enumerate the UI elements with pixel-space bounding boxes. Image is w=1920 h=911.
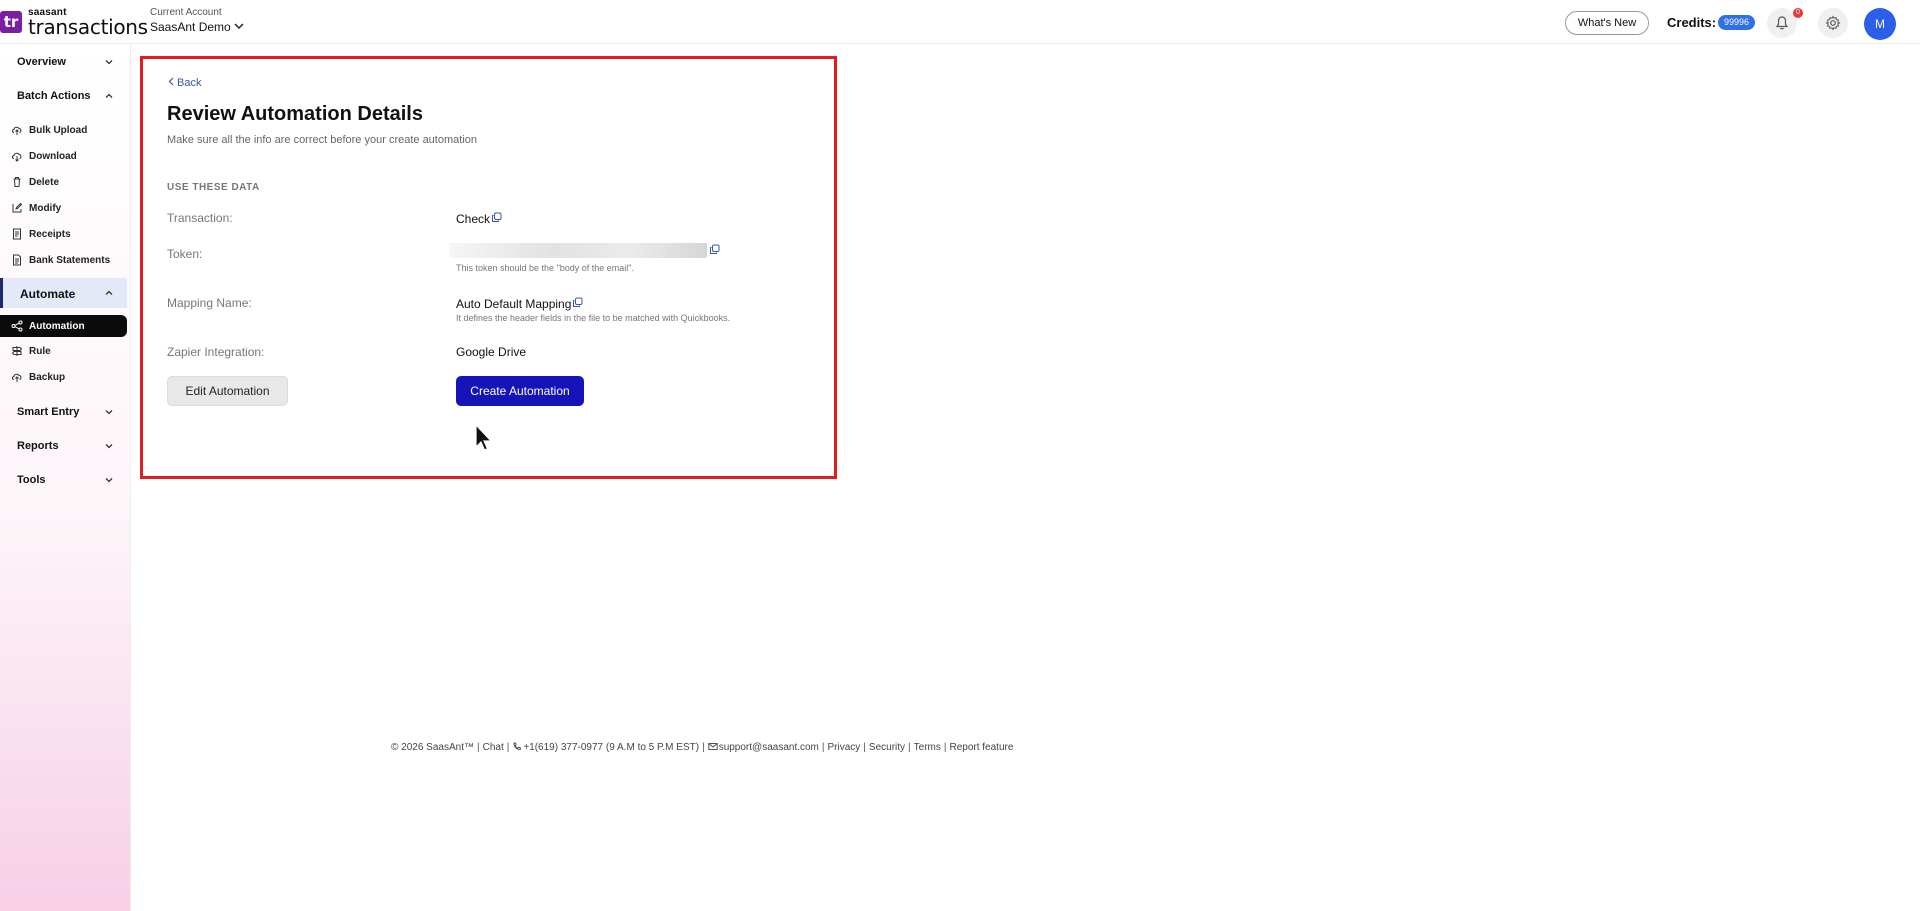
sidebar-section-label: Automate [20, 287, 76, 301]
mapping-name-label: Mapping Name: [167, 296, 252, 310]
back-link[interactable]: Back [167, 77, 201, 89]
footer-chat-link[interactable]: Chat [483, 742, 504, 753]
top-header: tr saasant transactions Current Account … [0, 0, 1920, 44]
sidebar-item-label: Receipts [29, 229, 71, 240]
trash-icon [13, 177, 21, 187]
share-nodes-icon [11, 320, 23, 332]
sidebar-item-label: Rule [29, 346, 51, 357]
sidebar-item-download[interactable]: Download [0, 146, 127, 166]
credits-badge: 99996 [1718, 15, 1756, 30]
page-title: Review Automation Details [167, 103, 423, 125]
sidebar-section-reports[interactable]: Reports [17, 440, 59, 452]
sidebar-item-modify[interactable]: Modify [0, 198, 127, 218]
section-label: USE THESE DATA [167, 182, 260, 193]
app-logo[interactable]: tr [0, 11, 22, 33]
footer-email-link[interactable]: support@saasant.com [719, 742, 819, 753]
chevron-down-icon[interactable] [104, 441, 114, 451]
sidebar-section-batch-actions[interactable]: Batch Actions [17, 90, 91, 102]
sidebar-item-automation[interactable]: Automation [0, 315, 127, 337]
mail-icon [708, 743, 718, 750]
copy-icon[interactable] [709, 244, 720, 255]
cloud-upload-icon [12, 126, 22, 135]
zapier-integration-label: Zapier Integration: [167, 345, 265, 359]
cloud-download-icon [12, 152, 22, 162]
sidebar-item-label: Bank Statements [29, 255, 111, 266]
sidebar-item-label: Automation [29, 321, 85, 332]
chevron-down-icon[interactable] [104, 57, 114, 67]
token-label: Token: [167, 247, 203, 261]
sidebar-item-label: Download [29, 151, 77, 162]
token-value-redacted [449, 243, 707, 258]
sidebar-item-label: Modify [29, 203, 62, 214]
footer-terms-link[interactable]: Terms [914, 742, 941, 753]
settings-button[interactable] [1818, 8, 1848, 38]
zapier-integration-value: Google Drive [456, 345, 527, 359]
chevron-left-icon [168, 77, 174, 86]
review-automation-panel: Back Review Automation Details Make sure… [140, 56, 837, 479]
sidebar-item-bulk-upload[interactable]: Bulk Upload [0, 120, 127, 140]
phone-icon [513, 742, 522, 750]
sidebar-section-tools[interactable]: Tools [17, 474, 46, 486]
current-account-label: Current Account [150, 7, 222, 18]
sidebar-item-label: Bulk Upload [29, 125, 88, 136]
user-avatar[interactable]: M [1864, 8, 1896, 40]
bell-icon [1775, 16, 1789, 30]
edit-automation-button[interactable]: Edit Automation [167, 376, 288, 406]
footer-privacy-link[interactable]: Privacy [828, 742, 861, 753]
sidebar-item-label: Delete [29, 177, 60, 188]
signpost-icon [11, 346, 23, 356]
cloud-backup-icon [12, 373, 22, 382]
chevron-down-icon[interactable] [104, 475, 114, 485]
whats-new-button[interactable]: What's New [1565, 11, 1649, 35]
chevron-down-icon[interactable] [104, 407, 114, 417]
copy-icon[interactable] [491, 212, 502, 223]
mapping-hint: It defines the header fields in the file… [456, 313, 731, 323]
sidebar-section-smart-entry[interactable]: Smart Entry [17, 406, 79, 418]
chevron-down-icon[interactable] [233, 20, 245, 32]
footer-copyright: © 2026 SaasAnt™ [391, 742, 474, 753]
page-subtitle: Make sure all the info are correct befor… [167, 134, 477, 146]
sidebar-item-rule[interactable]: Rule [0, 341, 127, 361]
credits-label: Credits: [1667, 15, 1717, 30]
chevron-up-icon[interactable] [104, 288, 114, 298]
back-label: Back [177, 77, 202, 89]
sidebar-item-label: Backup [29, 372, 66, 383]
token-hint: This token should be the "body of the em… [456, 263, 634, 273]
notification-count-badge: 0 [1793, 8, 1803, 18]
transaction-value: Check [456, 212, 502, 226]
sidebar-item-delete[interactable]: Delete [0, 172, 127, 192]
gear-icon [1825, 15, 1841, 31]
footer-phone: +1(619) 377-0977 (9 A.M to 5 P.M EST) [523, 742, 700, 753]
document-icon [13, 254, 21, 266]
chevron-up-icon[interactable] [104, 91, 114, 101]
footer: © 2026 SaasAnt™ | Chat | +1(619) 377-0977 (9… [391, 742, 1014, 753]
sidebar-section-overview[interactable]: Overview [17, 56, 66, 68]
product-name: transactions [28, 15, 148, 39]
mapping-name-text: Auto Default Mapping [456, 297, 572, 311]
transaction-label: Transaction: [167, 211, 233, 225]
create-automation-button[interactable]: Create Automation [456, 376, 584, 406]
edit-icon [12, 202, 23, 213]
sidebar-item-backup[interactable]: Backup [0, 367, 127, 387]
sidebar-item-bank-statements[interactable]: Bank Statements [0, 250, 127, 270]
account-switcher[interactable]: SaasAnt Demo [150, 20, 231, 34]
mouse-cursor-icon [475, 424, 493, 451]
transaction-value-text: Check [456, 212, 491, 226]
footer-security-link[interactable]: Security [869, 742, 905, 753]
copy-icon[interactable] [572, 297, 583, 308]
mapping-name-value: Auto Default Mapping [456, 297, 583, 311]
sidebar-item-receipts[interactable]: Receipts [0, 224, 127, 244]
footer-report-feature-link[interactable]: Report feature [949, 742, 1013, 753]
sidebar: Overview Batch Actions Bulk Upload Downl… [0, 44, 131, 911]
receipt-icon [13, 228, 21, 240]
sidebar-section-automate[interactable]: Automate [0, 278, 127, 308]
